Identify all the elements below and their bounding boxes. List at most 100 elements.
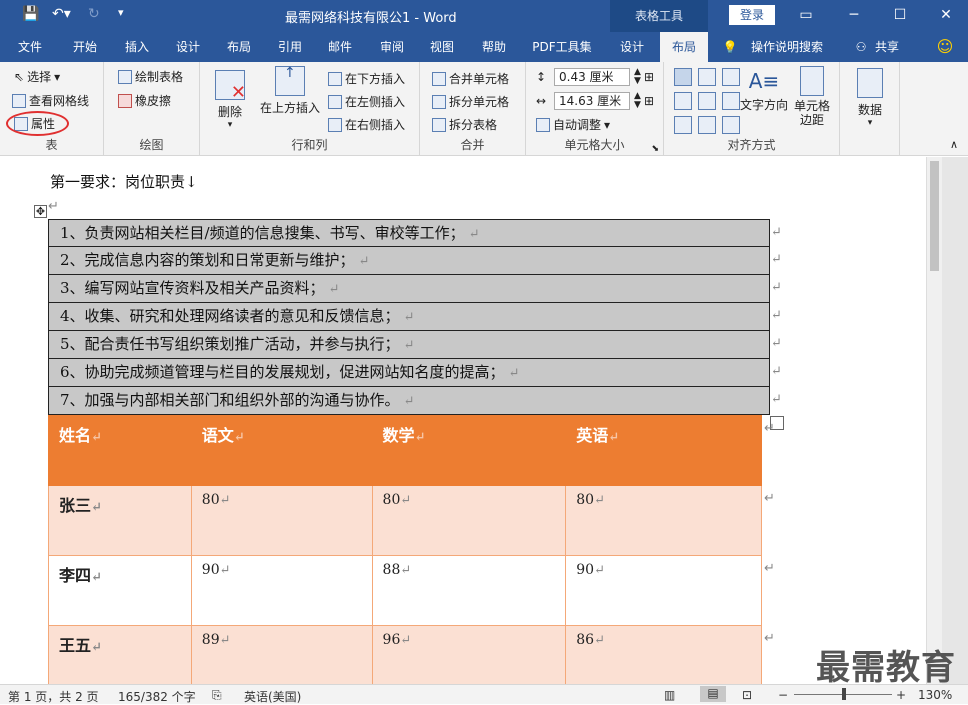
save-icon[interactable]: 💾 — [22, 6, 39, 22]
table-cell[interactable]: 90↵ — [565, 555, 762, 626]
table-move-handle-icon[interactable]: ✥ — [34, 205, 47, 218]
insert-above-button[interactable]: ↑ 在上方插入 — [256, 65, 324, 116]
tab-layout[interactable]: 布局 — [216, 32, 262, 62]
tab-file[interactable]: 文件 — [8, 32, 52, 62]
collapse-ribbon-icon[interactable]: ∧ — [950, 138, 958, 151]
column-width-spinner[interactable]: ▲ ▼ — [634, 92, 641, 110]
tab-references[interactable]: 引用 — [268, 32, 312, 62]
duties-table[interactable]: 1、负责网站相关栏目/频道的信息搜集、书写、审校等工作； ↵ ↵ 2、完成信息内容… — [48, 219, 782, 415]
distribute-columns-icon[interactable]: ⊞ — [644, 94, 654, 108]
tab-review[interactable]: 审阅 — [370, 32, 414, 62]
table-cell[interactable]: 王五↵ — [48, 625, 192, 684]
tab-insert[interactable]: 插入 — [114, 32, 160, 62]
tab-view[interactable]: 视图 — [420, 32, 464, 62]
row-height-input[interactable]: 0.43 厘米 — [554, 68, 630, 86]
table-cell[interactable]: 96↵ — [371, 625, 567, 684]
table-row[interactable]: 6、协助完成频道管理与栏目的发展规划，促进网站知名度的提高； ↵ ↵ — [48, 359, 782, 387]
distribute-rows-icon[interactable]: ⊞ — [644, 70, 654, 84]
table-cell[interactable]: 90↵ — [190, 555, 373, 626]
table-cell[interactable]: 李四↵ — [48, 555, 192, 626]
minimize-icon[interactable]: ─ — [834, 4, 874, 26]
split-cells-button[interactable]: 拆分单元格 — [432, 93, 509, 110]
table-cell[interactable]: 80↵ — [190, 485, 373, 556]
insert-right-button[interactable]: 在右侧插入 — [328, 116, 405, 133]
text-direction-button[interactable]: A≡ 文字方向 — [736, 66, 792, 113]
zoom-slider-thumb[interactable] — [842, 688, 846, 700]
group-rows-columns: ✕ 删除 ▾ ↑ 在上方插入 在下方插入 在左侧插入 在右侧插入 行和列 — [200, 62, 420, 156]
insert-below-button[interactable]: 在下方插入 — [328, 70, 405, 87]
zoom-in-icon[interactable]: + — [896, 688, 906, 702]
align-middle-center-icon[interactable] — [698, 92, 716, 110]
tab-pdf-tools[interactable]: PDF工具集 — [524, 32, 600, 62]
table-row[interactable]: 7、加强与内部相关部门和组织外部的沟通与协作。 ↵ ↵ — [48, 387, 782, 415]
tab-design[interactable]: 设计 — [166, 32, 210, 62]
align-middle-left-icon[interactable] — [674, 92, 692, 110]
print-layout-icon[interactable]: ▤ — [700, 686, 726, 702]
split-table-button[interactable]: 拆分表格 — [432, 116, 497, 133]
column-width-input[interactable]: 14.63 厘米 — [554, 92, 630, 110]
row-height-spinner[interactable]: ▲ ▼ — [634, 68, 641, 86]
vertical-scrollbar[interactable] — [926, 157, 942, 684]
tell-me-search[interactable]: 操作说明搜索 — [746, 32, 828, 62]
tab-mailings[interactable]: 邮件 — [318, 32, 362, 62]
scrollbar-thumb[interactable] — [930, 161, 939, 271]
delete-button[interactable]: ✕ 删除 ▾ — [210, 70, 250, 130]
align-bottom-center-icon[interactable] — [698, 116, 716, 134]
cell-margins-button[interactable]: 单元格边距 — [790, 66, 834, 127]
table-row[interactable]: 1、负责网站相关栏目/频道的信息搜集、书写、审校等工作； ↵ ↵ — [48, 219, 782, 247]
customize-qa-icon[interactable]: ▾ — [118, 6, 124, 19]
eraser-button[interactable]: 橡皮擦 — [118, 92, 171, 109]
table-row: 李四↵ 90↵ 88↵ 90↵ — [48, 555, 762, 626]
group-label-rows-cols: 行和列 — [291, 138, 328, 152]
undo-icon[interactable]: ↶▾ — [52, 6, 71, 22]
insert-left-button[interactable]: 在左侧插入 — [328, 93, 405, 110]
share-button[interactable]: 共享 — [870, 32, 904, 62]
web-layout-icon[interactable]: ⊡ — [742, 688, 752, 702]
table-cell[interactable]: 80↵ — [565, 485, 762, 556]
tab-home[interactable]: 开始 — [62, 32, 108, 62]
ribbon-display-icon[interactable]: ▭ — [786, 4, 826, 26]
page-count[interactable]: 第 1 页，共 2 页 — [8, 688, 99, 705]
scores-table[interactable]: 姓名↵ 语文↵ 数学↵ 英语↵ 张三↵ 80↵ 80↵ 80↵ 李四↵ 90↵ … — [48, 415, 762, 684]
align-bottom-left-icon[interactable] — [674, 116, 692, 134]
read-mode-icon[interactable]: ▥ — [664, 688, 675, 702]
table-cell[interactable]: 张三↵ — [48, 485, 192, 556]
draw-table-button[interactable]: 绘制表格 — [118, 68, 183, 85]
table-row[interactable]: 3、编写网站宣传资料及相关产品资料； ↵ ↵ — [48, 275, 782, 303]
align-bottom-right-icon[interactable] — [722, 116, 740, 134]
proofing-icon[interactable]: ⎘ — [212, 688, 222, 703]
data-button[interactable]: 数据 ▾ — [848, 68, 892, 128]
table-row[interactable]: 5、配合责任书写组织策划推广活动，并参与执行； ↵ ↵ — [48, 331, 782, 359]
header-cell[interactable]: 姓名↵ — [48, 415, 192, 486]
language-indicator[interactable]: 英语(美国) — [244, 688, 301, 705]
table-cell[interactable]: 80↵ — [371, 485, 567, 556]
table-cell[interactable]: 88↵ — [371, 555, 567, 626]
smiley-icon[interactable]: ☺ — [934, 32, 956, 62]
header-cell[interactable]: 语文↵ — [190, 415, 373, 486]
word-count[interactable]: 165/382 个字 — [118, 688, 196, 705]
group-data: 数据 ▾ — [840, 62, 900, 156]
header-cell[interactable]: 英语↵ — [565, 415, 762, 486]
table-row[interactable]: 2、完成信息内容的策划和日常更新与维护； ↵ ↵ — [48, 247, 782, 275]
tab-table-design[interactable]: 设计 — [610, 32, 654, 62]
select-button[interactable]: ⇖ 选择 ▾ — [14, 68, 60, 85]
merge-cells-button[interactable]: 合并单元格 — [432, 70, 509, 87]
zoom-out-icon[interactable]: − — [778, 688, 788, 702]
login-button[interactable]: 登录 — [729, 5, 775, 25]
view-gridlines-button[interactable]: 查看网格线 — [12, 92, 89, 109]
zoom-level[interactable]: 130% — [918, 688, 952, 702]
group-label-alignment: 对齐方式 — [727, 138, 776, 152]
align-top-center-icon[interactable] — [698, 68, 716, 86]
header-cell[interactable]: 数学↵ — [371, 415, 567, 486]
tab-help[interactable]: 帮助 — [472, 32, 516, 62]
maximize-icon[interactable]: ☐ — [880, 4, 920, 26]
redo-icon[interactable]: ↻ — [88, 6, 100, 22]
table-cell[interactable]: 86↵ — [565, 625, 762, 684]
dialog-launcher-icon[interactable]: ⬊ — [651, 144, 659, 154]
table-row[interactable]: 4、收集、研究和处理网络读者的意见和反馈信息； ↵ ↵ — [48, 303, 782, 331]
align-top-left-icon[interactable] — [674, 68, 692, 86]
table-cell[interactable]: 89↵ — [190, 625, 373, 684]
autofit-button[interactable]: 自动调整 ▾ — [536, 116, 610, 133]
tab-table-layout[interactable]: 布局 — [660, 32, 708, 62]
close-icon[interactable]: ✕ — [926, 4, 966, 26]
